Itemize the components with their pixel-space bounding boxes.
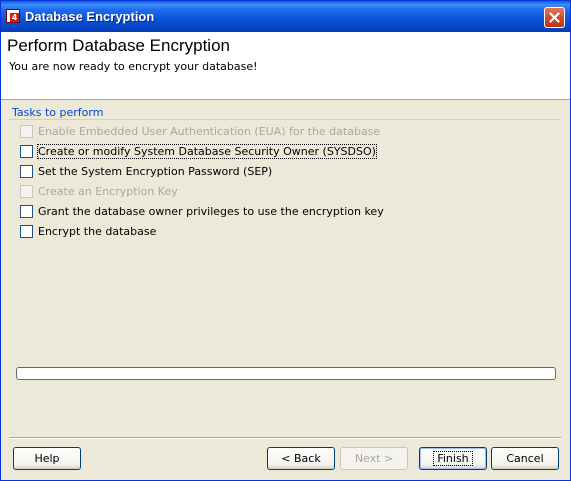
- help-button[interactable]: Help: [13, 447, 81, 470]
- cancel-button[interactable]: Cancel: [491, 447, 559, 470]
- task-label: Create an Encryption Key: [38, 185, 178, 198]
- dialog-window: 4 Database Encryption Perform Database E…: [0, 0, 571, 481]
- next-button: Next >: [340, 447, 408, 470]
- task-label[interactable]: Grant the database owner privileges to u…: [38, 205, 384, 218]
- task-checkbox: [20, 125, 33, 138]
- tasks-group-label: Tasks to perform: [12, 106, 104, 119]
- task-checkbox[interactable]: [20, 225, 33, 238]
- tasks-group-divider: [9, 119, 561, 120]
- page-title: Perform Database Encryption: [7, 36, 230, 55]
- progress-bar: [16, 367, 556, 380]
- app-icon-badge: 4: [10, 13, 19, 22]
- close-button[interactable]: [544, 7, 565, 28]
- task-label: Enable Embedded User Authentication (EUA…: [38, 125, 381, 138]
- app-icon: 4: [6, 9, 20, 23]
- task-label[interactable]: Create or modify System Database Securit…: [37, 144, 377, 159]
- task-label[interactable]: Encrypt the database: [38, 225, 156, 238]
- close-icon: [549, 12, 560, 23]
- page-subtitle: You are now ready to encrypt your databa…: [9, 60, 258, 73]
- task-label[interactable]: Set the System Encryption Password (SEP): [38, 165, 272, 178]
- back-button[interactable]: < Back: [267, 447, 335, 470]
- footer-divider: [9, 437, 561, 439]
- finish-button[interactable]: Finish: [419, 447, 487, 470]
- task-checkbox[interactable]: [20, 205, 33, 218]
- task-checkbox[interactable]: [20, 145, 33, 158]
- wizard-header: Perform Database Encryption You are now …: [1, 32, 570, 100]
- title-bar[interactable]: 4 Database Encryption: [1, 1, 570, 32]
- task-checkbox[interactable]: [20, 165, 33, 178]
- window-title: Database Encryption: [25, 9, 155, 24]
- task-checkbox: [20, 185, 33, 198]
